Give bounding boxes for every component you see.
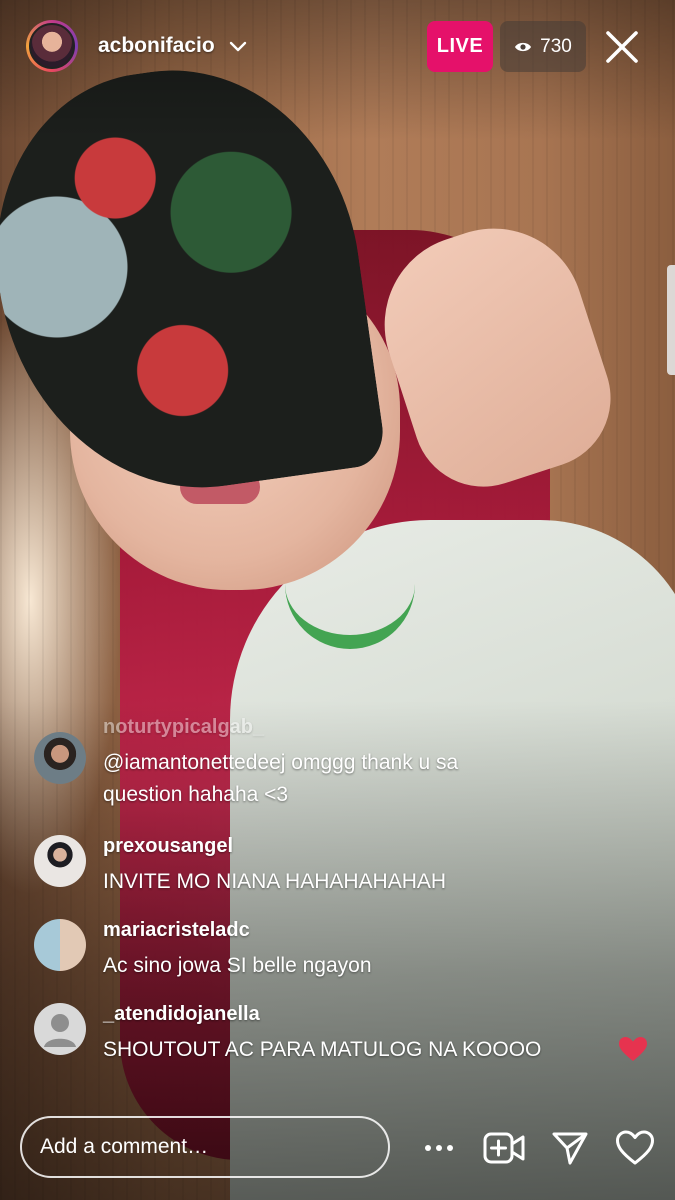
commenter-avatar[interactable] xyxy=(34,835,86,887)
viewer-count: 730 xyxy=(540,35,572,57)
commenter-username[interactable]: mariacristeladc xyxy=(103,919,250,942)
comment-input-placeholder: Add a comment… xyxy=(40,1135,209,1158)
close-icon[interactable] xyxy=(603,28,641,66)
live-video-stage: acbonifacio LIVE 730 noturtypicalgab_ @i… xyxy=(0,0,675,1200)
share-icon xyxy=(552,1132,588,1165)
commenter-username[interactable]: noturtypicalgab_ xyxy=(103,716,264,739)
add-guest-button[interactable] xyxy=(482,1126,526,1170)
comment-item: prexousangel INVITE MO NIANA HAHAHAHAHAH xyxy=(34,835,635,895)
comment-text: INVITE MO NIANA HAHAHAHAHAH xyxy=(103,870,447,893)
share-button[interactable] xyxy=(548,1126,592,1170)
floating-heart-icon xyxy=(619,1037,647,1061)
host-avatar[interactable] xyxy=(26,20,78,72)
comment-input[interactable]: Add a comment… xyxy=(20,1116,390,1178)
live-badge: LIVE xyxy=(427,21,493,72)
comment-item: _atendidojanella SHOUTOUT AC PARA MATULO… xyxy=(34,1003,635,1063)
commenter-username[interactable]: _atendidojanella xyxy=(103,1003,260,1026)
host-username[interactable]: acbonifacio xyxy=(98,34,215,58)
commenter-avatar[interactable] xyxy=(34,732,86,784)
chevron-down-icon[interactable] xyxy=(228,36,248,56)
add-guest-video-icon xyxy=(483,1132,525,1164)
heart-icon xyxy=(616,1130,654,1165)
comment-text: SHOUTOUT AC PARA MATULOG NA KOOOO xyxy=(103,1038,542,1061)
default-avatar-icon xyxy=(44,1014,76,1047)
viewer-count-badge[interactable]: 730 xyxy=(500,21,586,72)
comment-item: mariacristeladc Ac sino jowa SI belle ng… xyxy=(34,919,635,979)
comment-item: noturtypicalgab_ @iamantonettedeej omggg… xyxy=(34,716,635,816)
commenter-avatar[interactable] xyxy=(34,1003,86,1055)
like-button[interactable] xyxy=(613,1126,657,1170)
comment-text: Ac sino jowa SI belle ngayon xyxy=(103,954,372,977)
comment-text: @iamantonettedeej omggg thank u sa quest… xyxy=(103,751,459,806)
more-icon xyxy=(425,1145,453,1151)
commenter-avatar[interactable] xyxy=(34,919,86,971)
more-options-button[interactable] xyxy=(417,1126,461,1170)
eye-icon xyxy=(515,42,532,51)
commenter-username[interactable]: prexousangel xyxy=(103,835,233,858)
host-avatar-image xyxy=(29,23,75,69)
side-panel-handle[interactable] xyxy=(667,265,675,375)
